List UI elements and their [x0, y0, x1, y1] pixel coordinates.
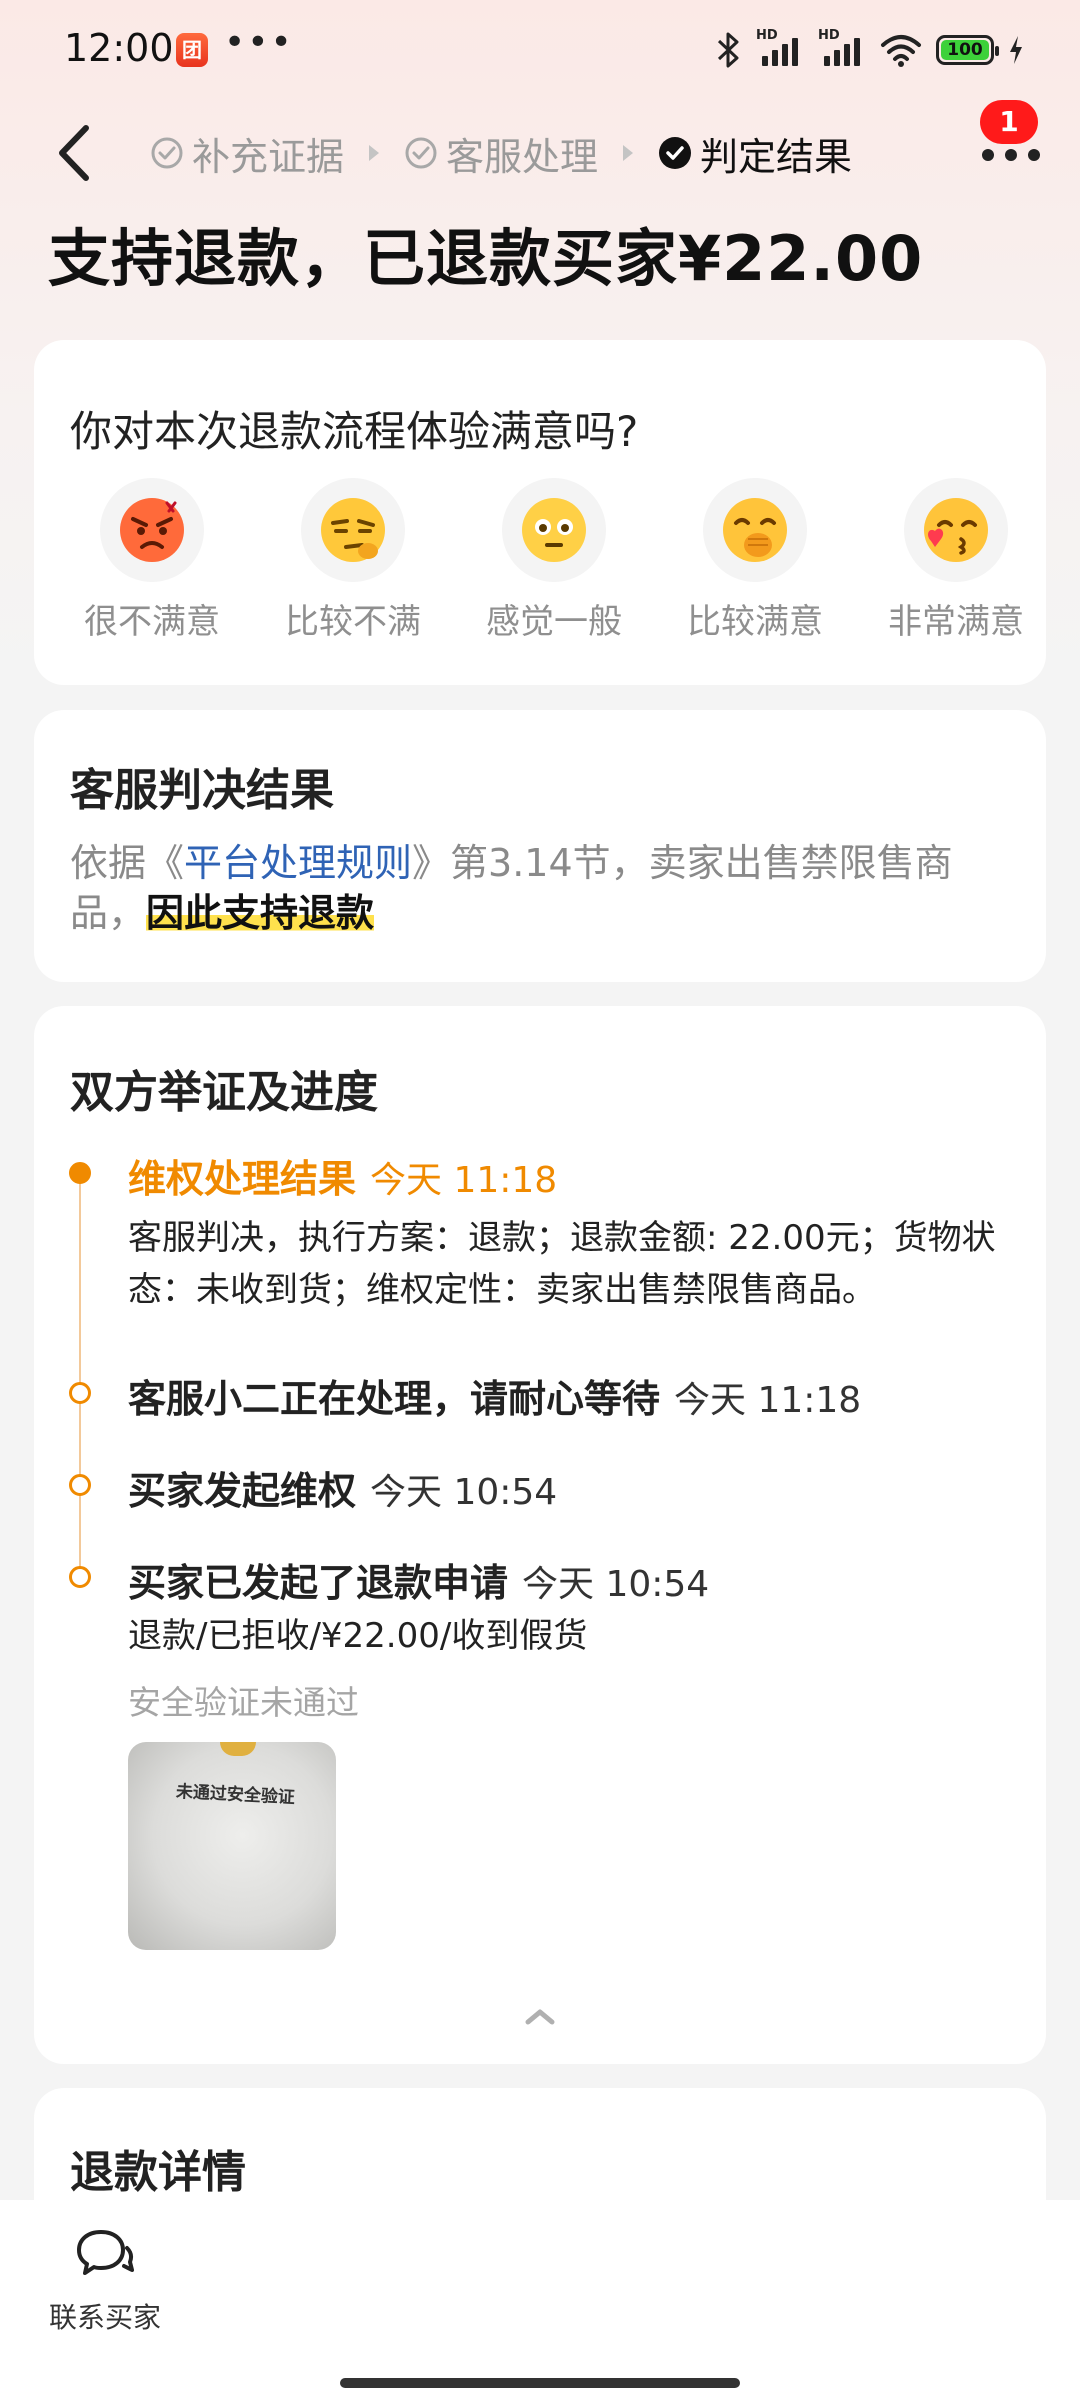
status-bar: 12:00 团 ••• HD HD 100	[0, 0, 1080, 100]
timeline-event-title: 买家发起维权 今天 10:54	[128, 1460, 557, 1515]
status-icons: HD HD 100	[716, 28, 1024, 70]
timeline-event-title: 客服小二正在处理，请耐心等待 今天 11:18	[128, 1368, 861, 1423]
rating-label: 非常满意	[888, 602, 1024, 642]
step-arrow-icon	[344, 118, 404, 188]
wifi-icon	[881, 35, 921, 67]
collapse-button[interactable]	[520, 2004, 560, 2028]
rating-neutral[interactable]: 感觉一般	[472, 478, 632, 648]
step-arrow-icon	[598, 118, 658, 188]
step-service-handling[interactable]: 客服处理	[404, 126, 598, 181]
top-nav: 补充证据 客服处理 判定结果 1	[0, 100, 1080, 210]
check-circle-icon	[151, 137, 183, 169]
event-title: 买家发起维权	[128, 1469, 357, 1513]
step-label: 客服处理	[446, 134, 599, 179]
chat-bubbles-icon	[77, 2230, 134, 2275]
page-title: 支持退款，已退款买家¥22.00	[48, 222, 924, 295]
event-title: 维权处理结果	[128, 1157, 357, 1201]
verdict-card: 客服判决结果 依据《平台处理规则》第3.14节，卖家出售禁限售商品，因此支持退款	[34, 710, 1046, 982]
event-description: 退款/已拒收/¥22.00/收到假货	[128, 1616, 588, 1656]
status-time: 12:00	[64, 26, 174, 70]
signal-hd-icon-2: HD	[818, 28, 866, 68]
satisfaction-card: 你对本次退款流程体验满意吗? 很不满意 比较不满 感觉一般 比较满意 非常满意	[34, 340, 1046, 685]
timeline-event-title: 维权处理结果 今天 11:18	[128, 1148, 557, 1203]
progress-title: 双方举证及进度	[70, 1067, 378, 1118]
check-circle-icon	[405, 137, 437, 169]
kiss-face-icon	[924, 498, 988, 562]
rating-label: 比较满意	[687, 602, 823, 642]
battery-icon: 100	[936, 35, 999, 65]
neutral-face-icon	[522, 498, 586, 562]
timeline-dot	[69, 1566, 91, 1588]
back-button[interactable]	[48, 118, 108, 188]
charging-icon	[1010, 36, 1022, 64]
home-indicator[interactable]	[340, 2378, 740, 2388]
contact-buyer-label: 联系买家	[48, 2301, 161, 2334]
satisfaction-question: 你对本次退款流程体验满意吗?	[70, 407, 639, 456]
timeline-dot	[69, 1162, 91, 1184]
skeptical-face-icon	[321, 498, 385, 562]
rating-label: 感觉一般	[486, 602, 622, 642]
event-time: 今天 11:18	[674, 1380, 862, 1421]
step-judgment-result[interactable]: 判定结果	[658, 126, 852, 181]
contact-buyer-button[interactable]: 联系买家	[30, 2226, 180, 2346]
event-title: 买家已发起了退款申请	[128, 1561, 509, 1605]
verdict-title: 客服判决结果	[70, 765, 334, 816]
event-description: 客服判决，执行方案：退款；退款金额: 22.00元；货物状态：未收到货；维权定性…	[128, 1218, 996, 1310]
event-time: 今天 10:54	[522, 1564, 710, 1605]
timeline-dot	[69, 1474, 91, 1496]
evidence-image-text: 未通过安全验证	[175, 1781, 296, 1809]
event-title: 客服小二正在处理，请耐心等待	[128, 1377, 661, 1421]
check-circle-filled-icon	[659, 137, 692, 169]
event-time: 今天 11:18	[370, 1160, 558, 1201]
event-note: 安全验证未通过	[128, 1683, 359, 1722]
step-label: 判定结果	[700, 134, 853, 179]
rating-very-satisfied[interactable]: 非常满意	[874, 478, 1034, 648]
refund-detail-title: 退款详情	[70, 2147, 246, 2198]
rating-label: 比较不满	[285, 602, 421, 642]
step-supplement-evidence[interactable]: 补充证据	[150, 126, 344, 181]
progress-steps: 补充证据 客服处理 判定结果	[150, 118, 852, 188]
chevron-left-icon	[59, 125, 89, 181]
verdict-prefix: 依据《	[70, 841, 185, 885]
rating-very-dissatisfied[interactable]: 很不满意	[70, 478, 230, 648]
rating-options: 很不满意 比较不满 感觉一般 比较满意 非常满意	[34, 478, 1046, 648]
verdict-text: 依据《平台处理规则》第3.14节，卖家出售禁限售商品，因此支持退款	[70, 838, 1020, 938]
app-notification-icon: 团	[176, 33, 208, 67]
giggle-face-icon	[723, 498, 787, 562]
bottom-bar: 联系买家	[0, 2200, 1080, 2400]
evidence-image[interactable]: 未通过安全验证	[128, 1742, 336, 1950]
more-notifications-icon: •••	[224, 22, 294, 63]
step-label: 补充证据	[192, 134, 345, 179]
timeline-line	[79, 1172, 81, 1572]
rating-dissatisfied[interactable]: 比较不满	[271, 478, 431, 648]
angry-face-icon	[120, 498, 184, 562]
verdict-conclusion: 因此支持退款	[146, 891, 375, 935]
signal-hd-icon-1: HD	[756, 28, 804, 68]
rating-satisfied[interactable]: 比较满意	[673, 478, 833, 648]
notification-badge: 1	[980, 100, 1038, 144]
chevron-up-icon	[525, 2009, 555, 2025]
battery-level: 100	[947, 40, 983, 60]
bluetooth-icon	[717, 32, 739, 68]
platform-rules-link[interactable]: 平台处理规则	[184, 841, 412, 885]
rating-label: 很不满意	[84, 602, 220, 642]
progress-card: 双方举证及进度 维权处理结果 今天 11:18 客服判决，执行方案：退款；退款金额…	[34, 1006, 1046, 2064]
timeline-dot	[69, 1382, 91, 1404]
timeline-event-title: 买家已发起了退款申请 今天 10:54	[128, 1552, 709, 1607]
event-time: 今天 10:54	[370, 1472, 558, 1513]
